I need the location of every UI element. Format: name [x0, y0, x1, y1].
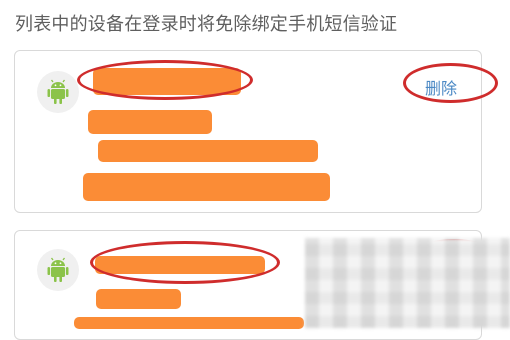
device-avatar [37, 71, 79, 113]
redacted-device-detail [88, 110, 212, 134]
page-description: 列表中的设备在登录时将免除绑定手机短信验证 [15, 14, 398, 35]
watermark-blur [305, 238, 510, 328]
redacted-device-detail [96, 289, 181, 309]
redacted-device-detail [74, 317, 304, 329]
annotation-circle [403, 63, 498, 103]
redacted-device-detail [83, 173, 330, 201]
android-icon [47, 79, 69, 104]
device-card: 删除 [14, 50, 498, 213]
annotation-circle [77, 60, 253, 100]
android-icon [47, 257, 69, 282]
redacted-device-detail [98, 140, 318, 162]
annotation-circle [90, 241, 280, 284]
device-avatar [37, 249, 79, 291]
